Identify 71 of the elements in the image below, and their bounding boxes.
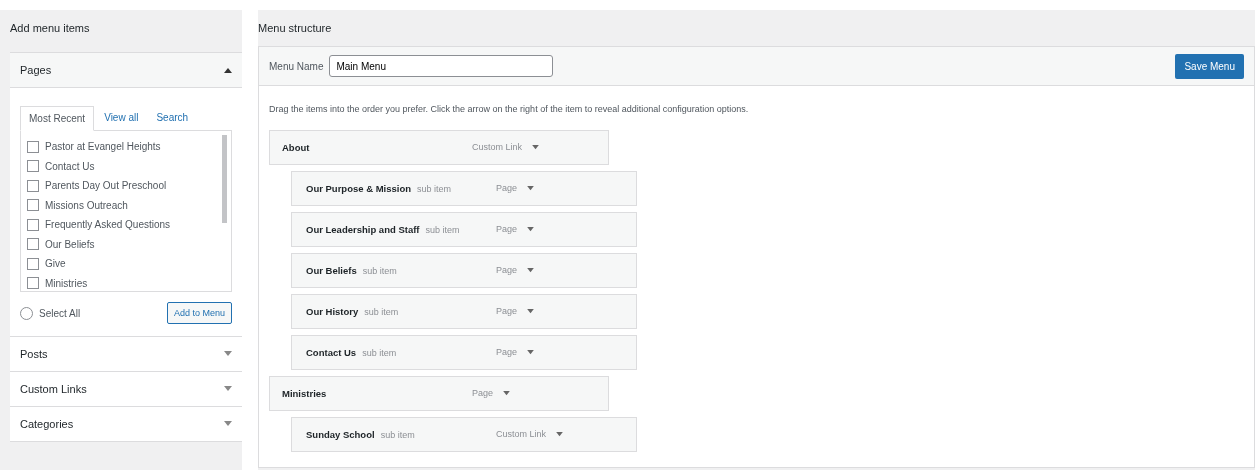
menu-item-title: Our Leadership and Staff	[306, 224, 420, 235]
caret-icon[interactable]	[527, 309, 535, 314]
field-label: Menu Name	[269, 60, 324, 72]
caret-icon[interactable]	[527, 268, 535, 273]
accordion-section-header[interactable]: Pages	[10, 53, 242, 88]
checkbox[interactable]	[27, 257, 39, 270]
item-type-label: Custom Link	[472, 142, 523, 152]
checkbox-label: Missions Outreach	[45, 199, 128, 211]
item-type-label: Page	[496, 306, 518, 316]
checkbox-label: Give	[45, 258, 66, 270]
sub-item-label: sub item	[380, 430, 415, 440]
caret-icon[interactable]	[527, 350, 535, 355]
menu-item[interactable]: Ministries Page	[269, 376, 609, 411]
sub-item-label: sub item	[425, 225, 460, 235]
checkbox-label: Our Beliefs	[45, 238, 95, 250]
item-type-label: Page	[496, 224, 518, 234]
item-type-label: Page	[496, 265, 518, 275]
menu-item[interactable]: Our History sub item Page	[291, 294, 637, 329]
checkbox[interactable]	[27, 277, 39, 290]
panel-title: Menu structure	[258, 22, 332, 34]
add-to-menu-button[interactable]: Add to Menu	[166, 302, 232, 324]
scrollbar[interactable]	[222, 135, 227, 223]
checkbox-label: Ministries	[45, 277, 88, 289]
checkbox-label: Parents Day Out Preschool	[45, 180, 167, 192]
menu-item-title: Ministries	[282, 388, 327, 399]
caret-icon[interactable]	[527, 227, 535, 232]
checkbox[interactable]	[27, 160, 39, 173]
caret-icon	[224, 386, 232, 392]
tab[interactable]: Search	[148, 106, 197, 130]
item-type-label: Page	[496, 183, 518, 193]
instructions-text: Drag the items into the order you prefer. Click the arrow on the right of the item to reveal additional configuration options.	[269, 104, 750, 114]
caret-icon	[224, 351, 232, 357]
sub-item-label: sub item	[362, 348, 397, 358]
checkbox[interactable]	[27, 179, 39, 192]
menu-item[interactable]: About Custom Link	[269, 130, 609, 165]
save-menu-button[interactable]: Save Menu	[1175, 53, 1244, 79]
menu-item[interactable]: Sunday School sub item Custom Link	[291, 417, 637, 452]
checkbox[interactable]	[27, 218, 39, 231]
caret-icon	[224, 421, 232, 427]
sub-item-label: sub item	[364, 307, 399, 317]
menu-item[interactable]: Contact Us sub item Page	[291, 335, 637, 370]
sub-item-label: sub item	[362, 266, 397, 276]
tab[interactable]: View all	[96, 106, 147, 130]
item-type-label: Custom Link	[496, 429, 547, 439]
checkbox-label: Select All	[39, 307, 82, 319]
menu-item[interactable]: Our Beliefs sub item Page	[291, 253, 637, 288]
caret-icon	[224, 67, 232, 73]
menu-item-title: Sunday School	[306, 429, 375, 440]
panel-title: Add menu items	[10, 22, 90, 34]
checkbox-label: Pastor at Evangel Heights	[45, 141, 161, 153]
caret-icon[interactable]	[503, 391, 511, 396]
caret-icon[interactable]	[532, 145, 540, 150]
tab[interactable]: Most Recent	[20, 106, 95, 131]
caret-icon[interactable]	[556, 432, 564, 437]
checkbox[interactable]	[27, 238, 39, 251]
menu-item[interactable]: Our Purpose & Mission sub item Page	[291, 171, 637, 206]
checkbox-label: Frequently Asked Questions	[45, 219, 171, 231]
checkbox-label: Contact Us	[45, 160, 95, 172]
menu-item[interactable]: Our Leadership and Staff sub item Page	[291, 212, 637, 247]
item-type-label: Page	[472, 388, 494, 398]
caret-icon[interactable]	[527, 186, 535, 191]
menu-item-title: Our Beliefs	[306, 265, 357, 276]
menu-item-title: Contact Us	[306, 347, 357, 358]
checkbox[interactable]	[27, 140, 39, 153]
checkbox[interactable]	[27, 199, 39, 212]
sub-item-label: sub item	[417, 184, 452, 194]
menu-item-title: Our History	[306, 306, 359, 317]
menu-item-title: Our Purpose & Mission	[306, 183, 412, 194]
menu-item-title: About	[282, 142, 310, 153]
item-type-label: Page	[496, 347, 518, 357]
menu-name-field[interactable]: Main Menu	[329, 55, 554, 77]
